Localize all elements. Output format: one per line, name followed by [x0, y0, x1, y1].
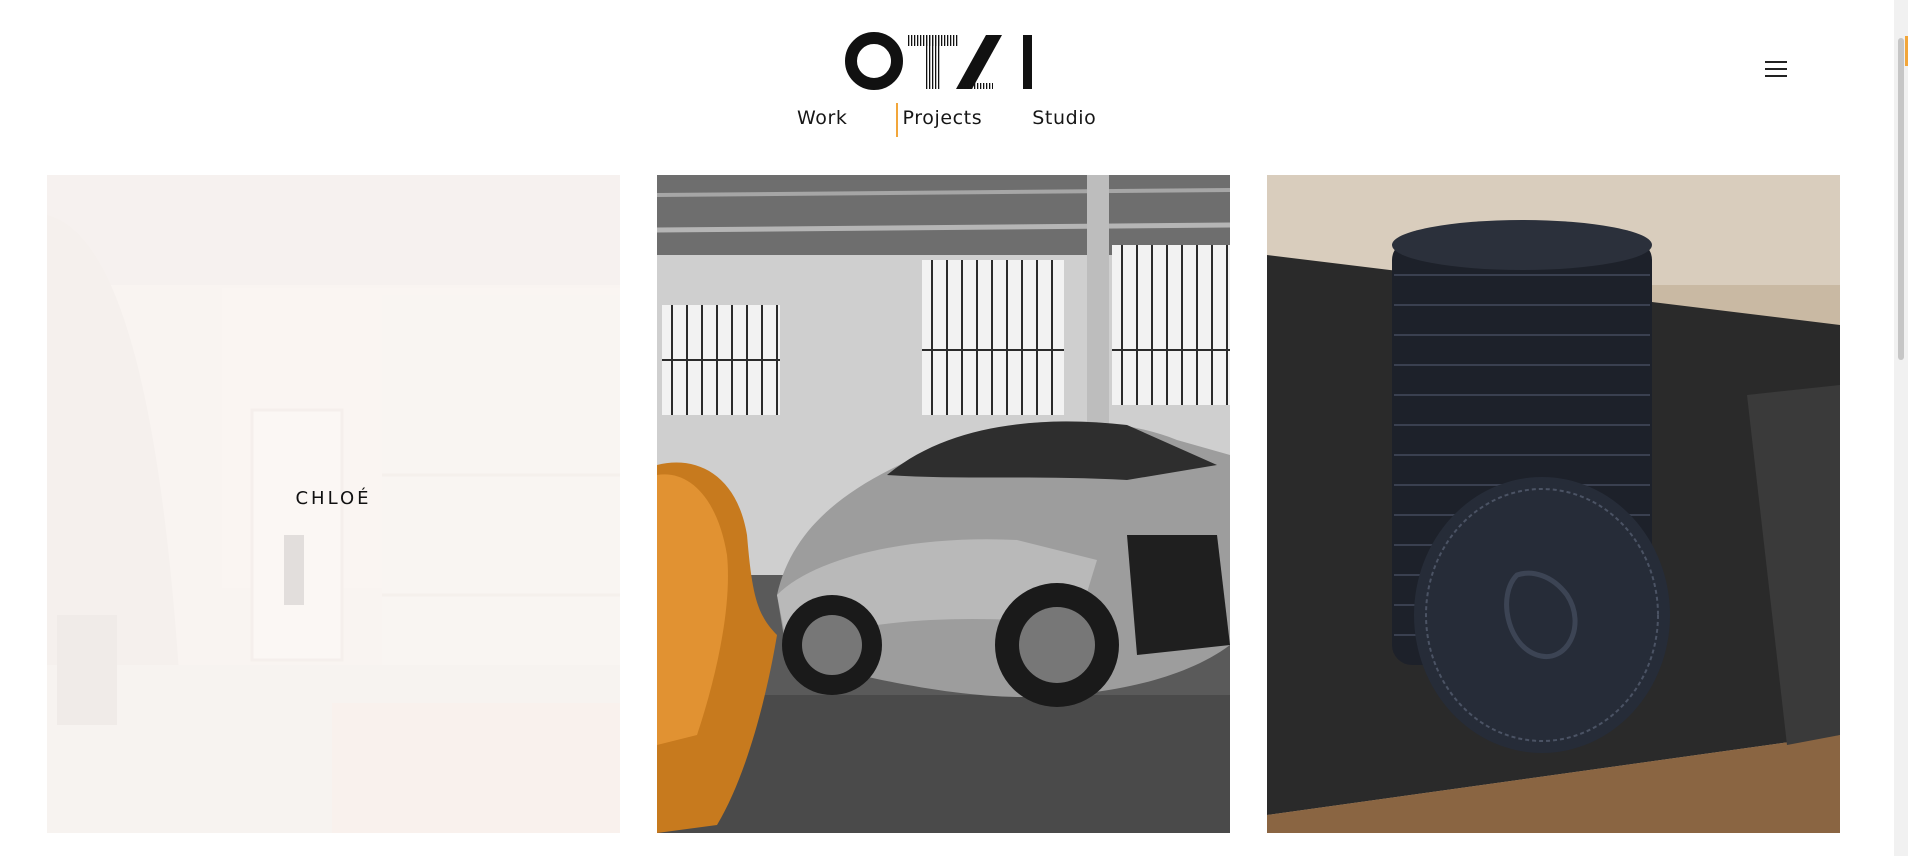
sports-car-garage-image — [657, 175, 1230, 833]
page-scrollbar[interactable] — [1894, 0, 1908, 856]
project-tile-car[interactable] — [657, 175, 1230, 833]
project-label: CHLOÉ — [295, 488, 372, 509]
scroll-thumb[interactable] — [1898, 38, 1904, 360]
project-tile-coasters[interactable] — [1267, 175, 1840, 833]
project-tile-chloe[interactable]: CHLOÉ — [47, 175, 620, 833]
menu-line — [1765, 75, 1787, 77]
menu-line — [1765, 68, 1787, 70]
nav-projects[interactable]: Projects — [895, 103, 983, 137]
nav-studio[interactable]: Studio — [1032, 107, 1096, 129]
main-nav: Work Projects Studio — [797, 103, 1096, 137]
page: Work Projects Studio CHLOÉ — [0, 0, 1908, 856]
otzi-logo-icon[interactable] — [845, 31, 1035, 91]
nav-work[interactable]: Work — [797, 107, 848, 129]
leather-coaster-stack-image — [1267, 175, 1840, 833]
hamburger-menu-icon[interactable] — [1763, 58, 1789, 80]
menu-line — [1765, 61, 1787, 63]
